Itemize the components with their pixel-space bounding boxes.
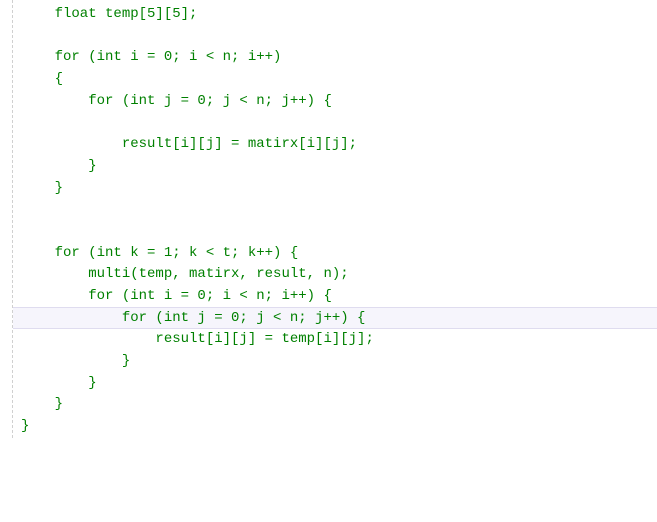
code-line: result[i][j] = temp[i][j]; [13,329,657,351]
code-line: } [13,416,657,438]
code-line: for (int j = 0; j < n; j++) { [13,91,657,113]
code-line: } [13,178,657,200]
code-container: float temp[5][5]; for (int i = 0; i < n;… [12,0,657,438]
code-line [13,199,657,221]
code-line: } [13,156,657,178]
code-line: } [13,351,657,373]
code-line [13,26,657,48]
code-line: result[i][j] = matirx[i][j]; [13,134,657,156]
code-line: } [13,373,657,395]
code-line: multi(temp, matirx, result, n); [13,264,657,286]
code-line [13,221,657,243]
code-line [13,112,657,134]
code-block: float temp[5][5]; for (int i = 0; i < n;… [13,4,657,438]
code-line: for (int k = 1; k < t; k++) { [13,243,657,265]
code-line: } [13,394,657,416]
code-line: for (int i = 0; i < n; i++) { [13,286,657,308]
code-line: { [13,69,657,91]
code-line: for (int j = 0; j < n; j++) { [13,308,657,330]
code-line: for (int i = 0; i < n; i++) [13,47,657,69]
code-line: float temp[5][5]; [13,4,657,26]
